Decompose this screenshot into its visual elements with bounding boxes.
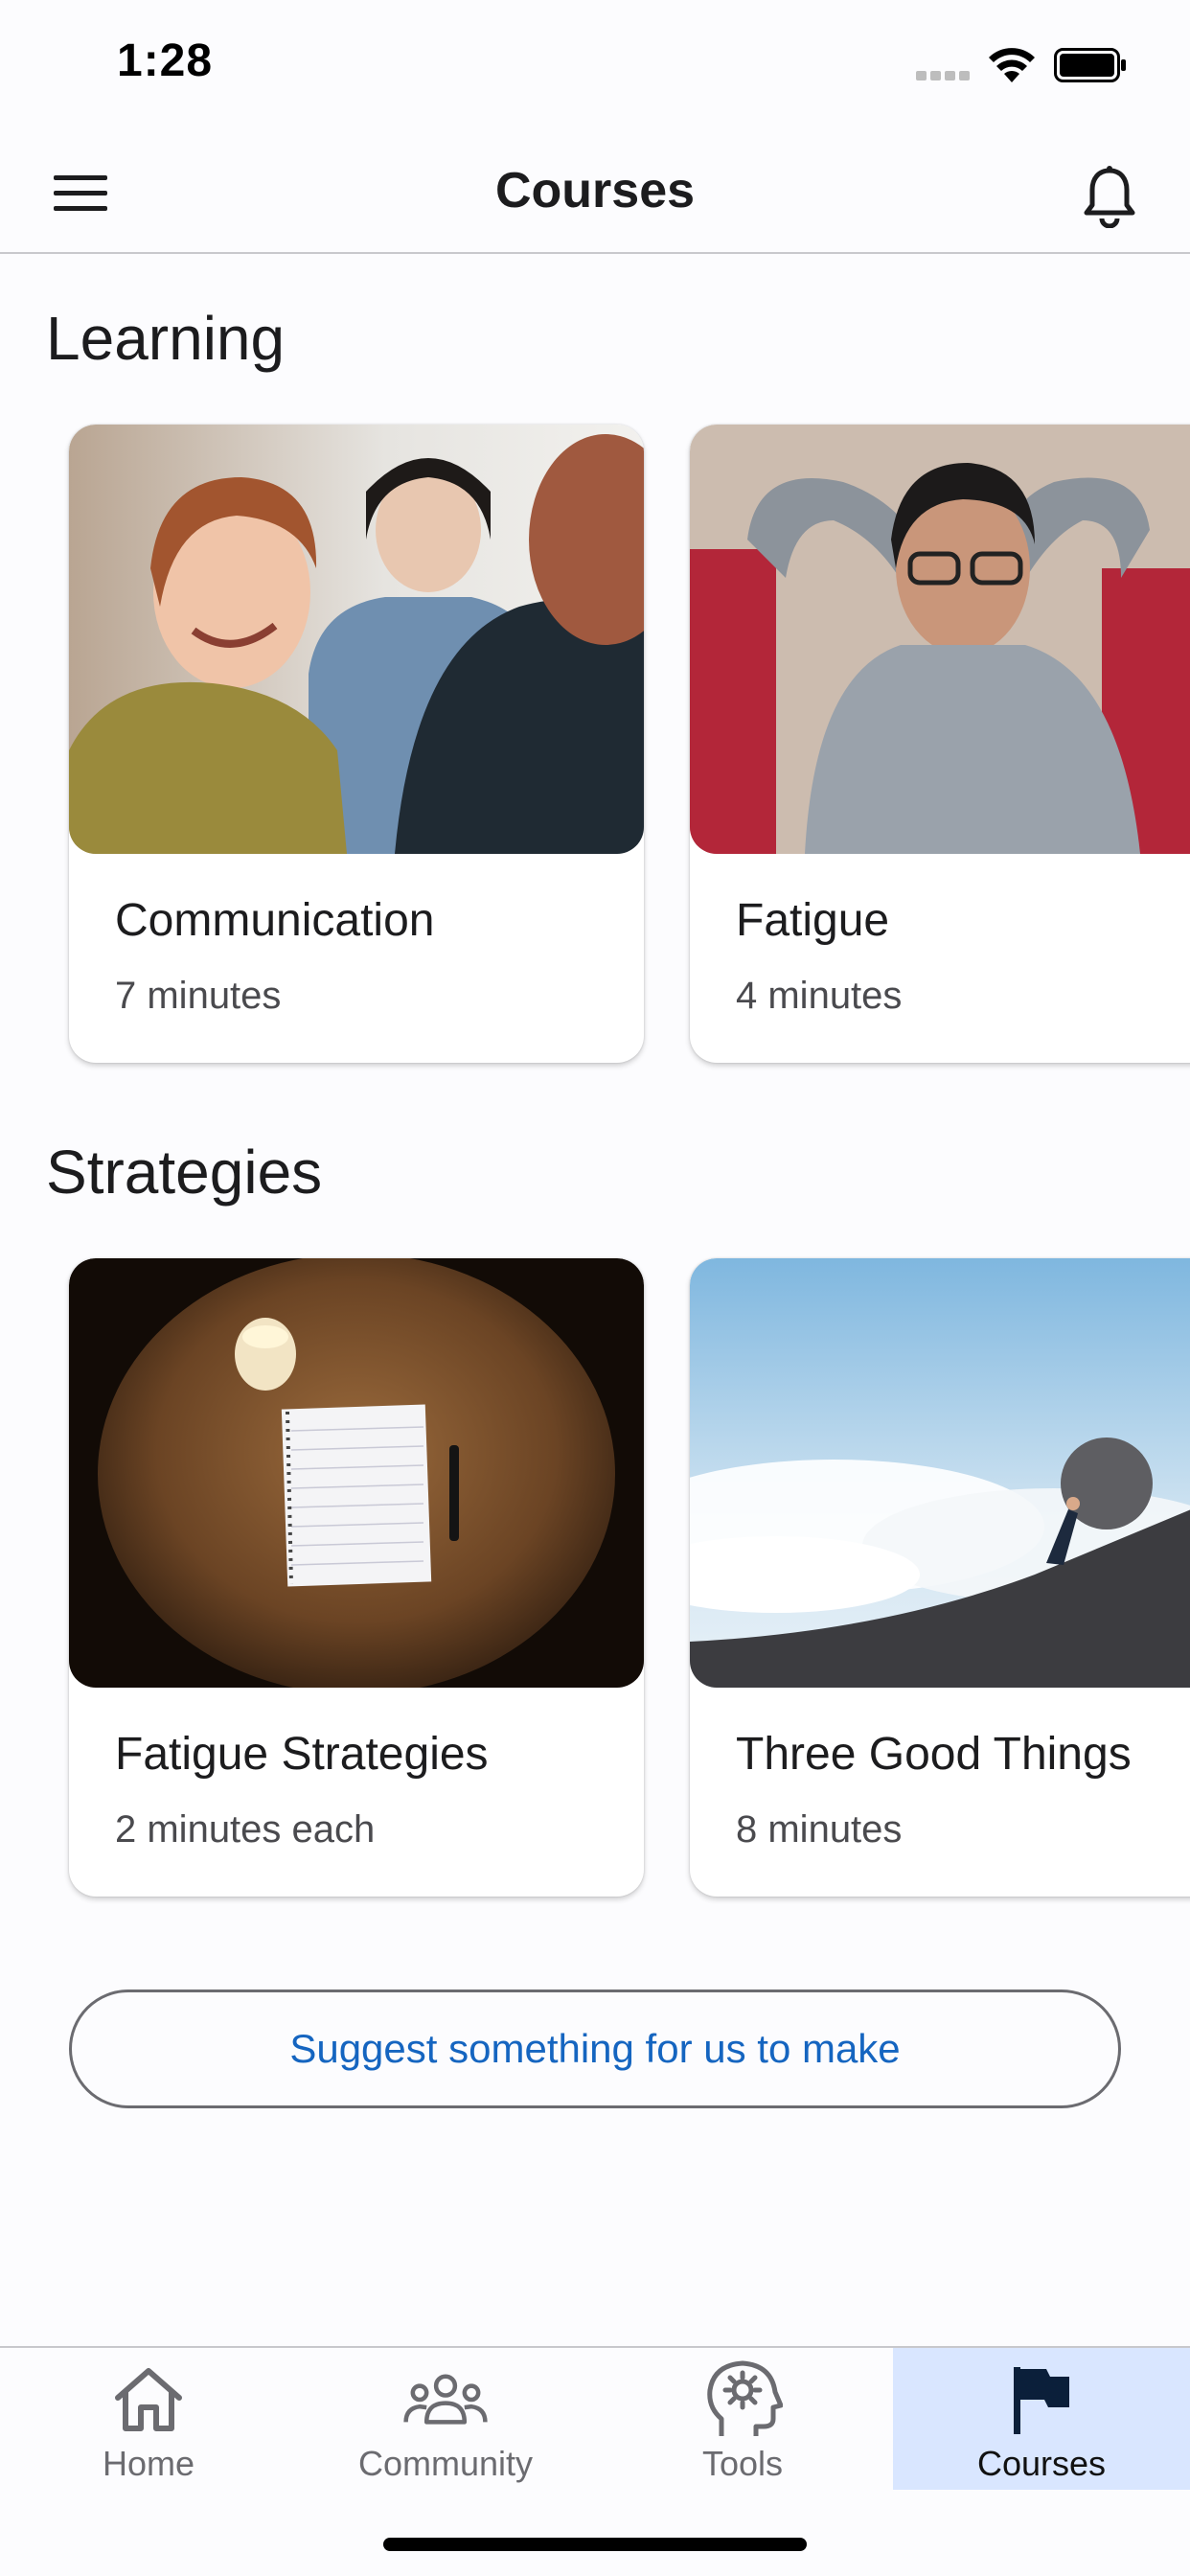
tab-community[interactable]: Community [297,2348,594,2490]
tab-label: Tools [701,2444,784,2483]
app-bar: Courses [0,129,1190,254]
community-icon [402,2361,489,2438]
tired-woman-photo [690,425,1190,854]
tab-courses[interactable]: Courses [893,2348,1190,2490]
cellular-signal-icon [916,71,970,80]
tools-icon [699,2360,786,2438]
man-pushing-boulder-photo [690,1258,1190,1688]
wifi-icon [989,48,1035,82]
home-indicator[interactable] [383,2538,807,2551]
section-title-strategies: Strategies [46,1138,323,1207]
card-duration: 8 minutes [736,1808,903,1851]
course-card-fatigue-strategies[interactable]: Fatigue Strategies 2 minutes each [69,1258,644,1897]
card-duration: 4 minutes [736,975,903,1017]
card-duration: 7 minutes [115,975,282,1017]
course-card-three-good-things[interactable]: Three Good Things 8 minutes [690,1258,1190,1897]
tab-tools[interactable]: Tools [594,2348,891,2490]
card-title: Three Good Things [736,1729,1132,1780]
tab-label: Courses [976,2444,1107,2483]
group-conversation-photo [69,425,644,854]
tab-label: Home [102,2444,195,2483]
notifications-button[interactable] [1071,158,1148,235]
courses-screen: 1:28 Courses Learning Communication 7 mi… [0,0,1190,2576]
tab-home[interactable]: Home [0,2348,297,2490]
course-card-fatigue[interactable]: Fatigue 4 minutes [690,425,1190,1063]
status-time: 1:28 [117,35,214,86]
page-title: Courses [494,163,696,218]
flag-icon [998,2361,1085,2438]
home-icon [105,2361,192,2438]
suggest-something-button[interactable]: Suggest something for us to make [69,1990,1121,2108]
status-bar: 1:28 [0,0,1190,129]
card-duration: 2 minutes each [115,1808,376,1851]
battery-icon [1054,48,1126,82]
learning-card-row[interactable]: Communication 7 minutes Fatigue 4 minute… [0,425,1190,1076]
tab-label: Community [357,2444,534,2483]
card-title: Communication [115,895,435,946]
course-card-communication[interactable]: Communication 7 minutes [69,425,644,1063]
strategies-card-row[interactable]: Fatigue Strategies 2 minutes each Three … [0,1258,1190,1910]
notebook-candle-photo [69,1258,644,1688]
card-title: Fatigue Strategies [115,1729,489,1780]
card-title: Fatigue [736,895,890,946]
bell-icon [1084,166,1135,228]
section-title-learning: Learning [46,304,286,373]
